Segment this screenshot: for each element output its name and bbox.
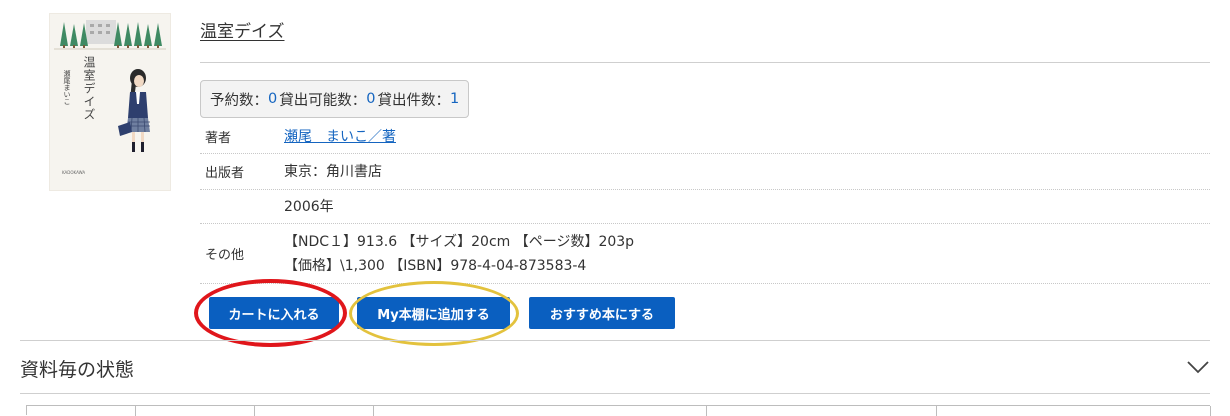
loaned-count-label: 貸出件数：: [377, 92, 450, 109]
title-divider: [200, 62, 1210, 63]
year-row: 2006年: [200, 190, 1210, 224]
loanable-count-value: 0: [366, 91, 376, 107]
other-info-line-1: 【NDC１】913.6 【サイズ】20cm 【ページ数】203p: [284, 233, 635, 250]
publisher-row: 出版者 東京：角川書店: [200, 154, 1210, 190]
other-info-line-2: 【価格】\1,300 【ISBN】978-4-04-873583-4: [284, 257, 587, 274]
loanable-count-label: 貸出可能数：: [279, 92, 367, 109]
reserve-count-label: 予約数：: [210, 92, 268, 109]
author-row: 著者 瀬尾 まいこ／著: [200, 120, 1210, 154]
recommend-book-button[interactable]: おすすめ本にする: [529, 297, 675, 329]
item-status-table: [26, 405, 1211, 416]
book-cover-image: KADOKAWA 温室デイズ 瀬尾まいこ: [50, 14, 170, 190]
other-info-row: その他 【NDC１】913.6 【サイズ】20cm 【ページ数】203p 【価格…: [200, 224, 1210, 284]
availability-counts: 予約数： 0 貸出可能数： 0 貸出件数： 1: [200, 80, 470, 118]
author-link[interactable]: 瀬尾 まいこ／著: [284, 129, 396, 145]
publisher-label: 出版者: [205, 166, 245, 181]
chevron-down-icon[interactable]: [1186, 359, 1210, 375]
section-header-divider: [20, 393, 1210, 394]
author-label: 著者: [205, 131, 232, 146]
section-divider: [20, 340, 1210, 341]
publisher-value: 東京：角川書店: [284, 163, 382, 180]
reserve-count-value: 0: [268, 91, 278, 107]
add-to-my-shelf-button[interactable]: My本棚に追加する: [357, 297, 510, 329]
item-status-heading: 資料毎の状態: [20, 359, 135, 381]
year-value: 2006年: [284, 198, 334, 215]
add-to-cart-button[interactable]: カートに入れる: [209, 297, 339, 329]
bibliographic-details: 著者 瀬尾 まいこ／著 出版者 東京：角川書店 2006年 その他 【NDC１】…: [200, 120, 1210, 284]
svg-text:KADOKAWA: KADOKAWA: [62, 170, 85, 175]
cover-author-text: 瀬尾まいこ: [63, 70, 71, 105]
book-title-link[interactable]: 温室デイズ: [200, 17, 285, 42]
other-label: その他: [205, 248, 245, 263]
cover-title-text: 温室デイズ: [82, 56, 96, 121]
loaned-count-value: 1: [449, 91, 460, 107]
